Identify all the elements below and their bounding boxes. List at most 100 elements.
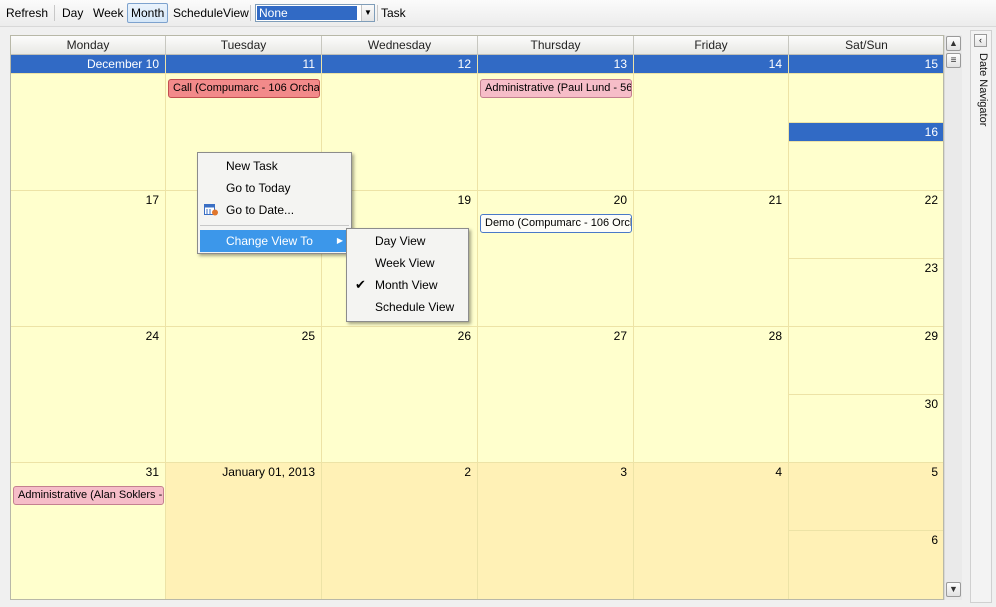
day-cell[interactable]: 26	[322, 327, 478, 463]
day-cell[interactable]: 23	[789, 259, 943, 327]
chevron-right-icon: ▶	[336, 236, 343, 245]
scroll-thumb[interactable]: ≡	[946, 53, 961, 68]
day-number: 20	[613, 193, 627, 207]
day-cell[interactable]: 3	[478, 463, 634, 599]
date-navigator-panel[interactable]: ‹ Date Navigator	[970, 30, 992, 603]
day-cell[interactable]: 25	[166, 327, 322, 463]
header-satsun: Sat/Sun	[789, 36, 943, 55]
day-number: 5	[931, 465, 938, 479]
schedule-view-button[interactable]: ScheduleView	[170, 3, 252, 23]
date-navigator-label[interactable]: Date Navigator	[973, 53, 989, 173]
toolbar-separator	[54, 5, 55, 21]
day-cell[interactable]: 24	[11, 327, 166, 463]
day-cell[interactable]: 17	[11, 191, 166, 327]
menu-item-label: Change View To	[226, 234, 313, 248]
day-cell-header[interactable]: 12	[322, 55, 478, 74]
calendar-icon	[204, 204, 218, 216]
day-cell[interactable]: 27	[478, 327, 634, 463]
day-cell[interactable]: 21	[634, 191, 789, 327]
day-cell[interactable]	[11, 74, 166, 191]
appointment[interactable]: Administrative (Paul Lund - 56	[480, 79, 632, 98]
day-number: January 01, 2013	[222, 465, 315, 479]
day-cell[interactable]: 20	[478, 191, 634, 327]
menu-item-change-view-to[interactable]: Change View To ▶	[200, 230, 349, 252]
chevron-down-icon[interactable]: ▼	[361, 5, 374, 21]
weekday-header: Monday Tuesday Wednesday Thursday Friday…	[11, 36, 943, 55]
header-wednesday: Wednesday	[322, 36, 478, 55]
scroll-down-button[interactable]: ▼	[946, 582, 961, 597]
menu-separator	[200, 225, 349, 226]
month-view-button[interactable]: Month	[127, 3, 169, 23]
day-cell-header[interactable]: 15	[789, 55, 943, 74]
task-button[interactable]: Task	[378, 3, 409, 23]
day-number: 31	[145, 465, 159, 479]
day-number: 28	[768, 329, 782, 343]
menu-item-label: Go to Today	[226, 181, 291, 195]
day-number: 13	[613, 57, 627, 71]
day-number: 23	[924, 261, 938, 275]
menu-item-label: Month View	[375, 278, 438, 292]
submenu-item-schedule-view[interactable]: Schedule View	[349, 296, 466, 318]
context-menu: New Task Go to Today Go to Date... Chang…	[197, 152, 352, 254]
day-cell[interactable]	[634, 74, 789, 191]
submenu-item-day-view[interactable]: Day View	[349, 230, 466, 252]
day-cell[interactable]: 6	[789, 531, 943, 599]
month-calendar[interactable]: Monday Tuesday Wednesday Thursday Friday…	[10, 35, 944, 600]
day-number: 4	[775, 465, 782, 479]
day-cell-header[interactable]: 16	[789, 123, 943, 142]
submenu-item-week-view[interactable]: Week View	[349, 252, 466, 274]
day-cell[interactable]: January 01, 2013	[166, 463, 322, 599]
day-cell[interactable]: 30	[789, 395, 943, 463]
chevron-left-icon[interactable]: ‹	[974, 34, 987, 47]
day-number: 22	[924, 193, 938, 207]
menu-item-label: New Task	[226, 159, 278, 173]
header-monday: Monday	[11, 36, 166, 55]
day-cell[interactable]: 31	[11, 463, 166, 599]
toolbar-separator	[250, 5, 251, 21]
appointment[interactable]: Administrative (Alan Soklers -	[13, 486, 164, 505]
change-view-submenu: Day View Week View ✔ Month View Schedule…	[346, 228, 469, 322]
day-cell-header[interactable]: 13	[478, 55, 634, 74]
day-number: 15	[924, 57, 938, 71]
menu-item-label: Day View	[375, 234, 426, 248]
appointment[interactable]: Demo (Compumarc - 106 Orch	[480, 214, 632, 233]
day-cell[interactable]: 4	[634, 463, 789, 599]
day-cell[interactable]	[789, 142, 943, 191]
menu-item-label: Go to Date...	[226, 203, 295, 217]
refresh-button[interactable]: Refresh	[3, 3, 51, 23]
day-number: 27	[613, 329, 627, 343]
menu-item-label: Week View	[375, 256, 435, 270]
calendar-scrollbar[interactable]: ▲ ≡ ▼	[944, 35, 962, 600]
filter-combobox[interactable]: None ▼	[255, 4, 375, 22]
day-number: 21	[768, 193, 782, 207]
toolbar: Refresh Day Week Month ScheduleView None…	[0, 0, 996, 27]
day-cell[interactable]: 5	[789, 463, 943, 531]
menu-item-go-to-today[interactable]: Go to Today	[200, 177, 349, 199]
menu-item-new-task[interactable]: New Task	[200, 155, 349, 177]
header-thursday: Thursday	[478, 36, 634, 55]
menu-item-go-to-date[interactable]: Go to Date...	[200, 199, 349, 221]
day-number: 2	[464, 465, 471, 479]
week-view-button[interactable]: Week	[90, 3, 126, 23]
filter-combobox-value: None	[257, 6, 357, 20]
day-number: 30	[924, 397, 938, 411]
appointment[interactable]: Call (Compumarc - 106 Orchar	[168, 79, 320, 98]
day-number: 26	[457, 329, 471, 343]
day-cell-header[interactable]: 11	[166, 55, 322, 74]
day-number: 12	[457, 57, 471, 71]
day-cell[interactable]: 28	[634, 327, 789, 463]
day-cell-header[interactable]: 14	[634, 55, 789, 74]
day-number: 16	[924, 125, 938, 139]
day-cell[interactable]: 2	[322, 463, 478, 599]
day-cell[interactable]	[789, 74, 943, 123]
day-number: 24	[145, 329, 159, 343]
day-cell[interactable]: 22	[789, 191, 943, 259]
day-number: 17	[145, 193, 159, 207]
day-cell[interactable]: 29	[789, 327, 943, 395]
scroll-up-button[interactable]: ▲	[946, 36, 961, 51]
day-view-button[interactable]: Day	[59, 3, 86, 23]
day-cell-header[interactable]: December 10	[11, 55, 166, 74]
submenu-item-month-view[interactable]: ✔ Month View	[349, 274, 466, 296]
day-number: 6	[931, 533, 938, 547]
day-number: 25	[301, 329, 315, 343]
